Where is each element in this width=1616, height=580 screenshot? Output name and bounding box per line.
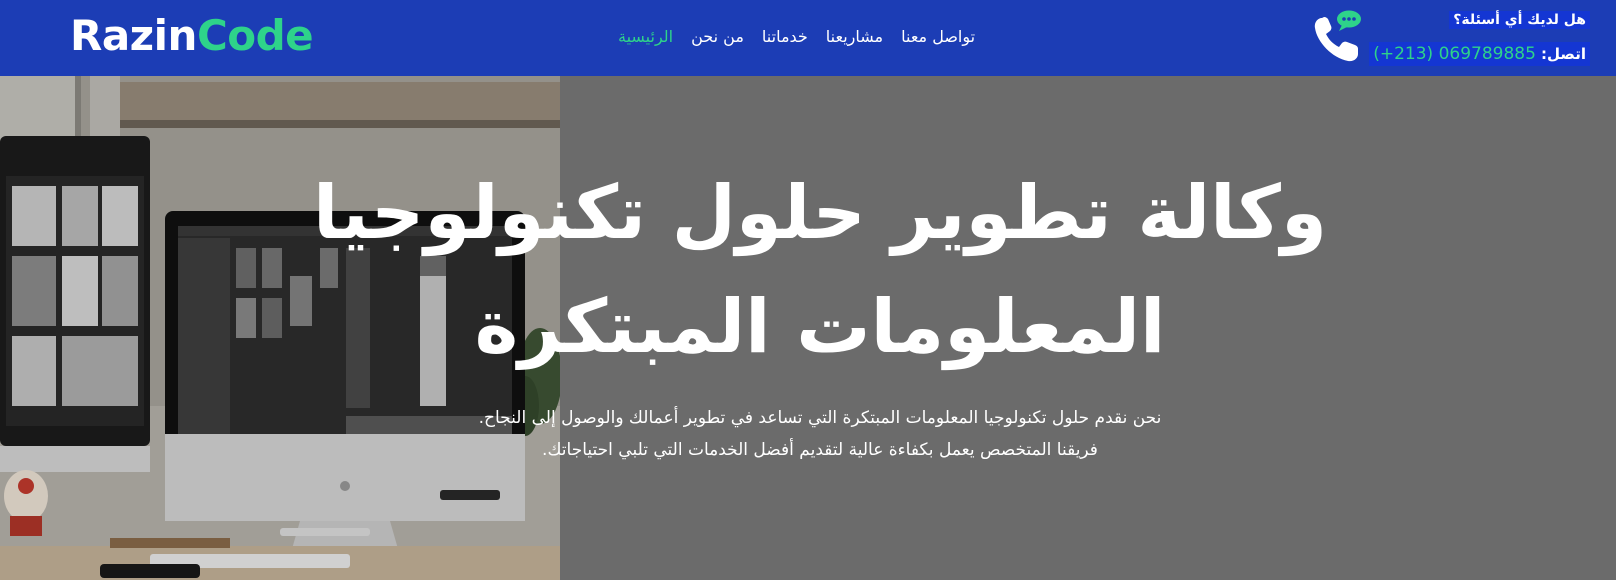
nav-item-about[interactable]: من نحن bbox=[691, 22, 744, 52]
call-label: اتصل: bbox=[1541, 45, 1586, 63]
logo-part2: Code bbox=[196, 11, 314, 60]
hero-title: وكالة تطوير حلول تكنولوجيا المعلومات الم… bbox=[313, 170, 1327, 370]
contact-question: هل لديك أي أسئلة؟ bbox=[1449, 11, 1590, 29]
hero-description-line1: نحن نقدم حلول تكنولوجيا المعلومات المبتك… bbox=[478, 408, 1162, 428]
nav-item-services[interactable]: خدماتنا bbox=[762, 22, 808, 52]
nav-item-home[interactable]: الرئيسية bbox=[618, 22, 673, 52]
nav-item-contact[interactable]: تواصل معنا bbox=[901, 22, 975, 52]
contact-call-line: اتصل: (+213) 069789885 bbox=[1369, 42, 1590, 66]
phone-number-link[interactable]: (+213) 069789885 bbox=[1373, 44, 1536, 64]
nav-item-projects[interactable]: مشاريعنا bbox=[826, 22, 883, 52]
main-nav: الرئيسية من نحن خدماتنا مشاريعنا تواصل م… bbox=[618, 22, 975, 52]
chat-bubble-icon bbox=[1337, 10, 1361, 31]
contact-info: هل لديك أي أسئلة؟ اتصل: (+213) 069789885 bbox=[1308, 8, 1598, 70]
hero-section: وكالة تطوير حلول تكنولوجيا المعلومات الم… bbox=[0, 76, 1616, 580]
site-logo[interactable]: RazinCode bbox=[70, 8, 314, 64]
hero-description: نحن نقدم حلول تكنولوجيا المعلومات المبتك… bbox=[380, 402, 1260, 466]
logo-part1: Razin bbox=[70, 11, 197, 60]
site-header: RazinCode الرئيسية من نحن خدماتنا مشاريع… bbox=[0, 0, 1616, 76]
hero-description-line2: فريقنا المتخصص يعمل بكفاءة عالية لتقديم … bbox=[542, 440, 1098, 460]
